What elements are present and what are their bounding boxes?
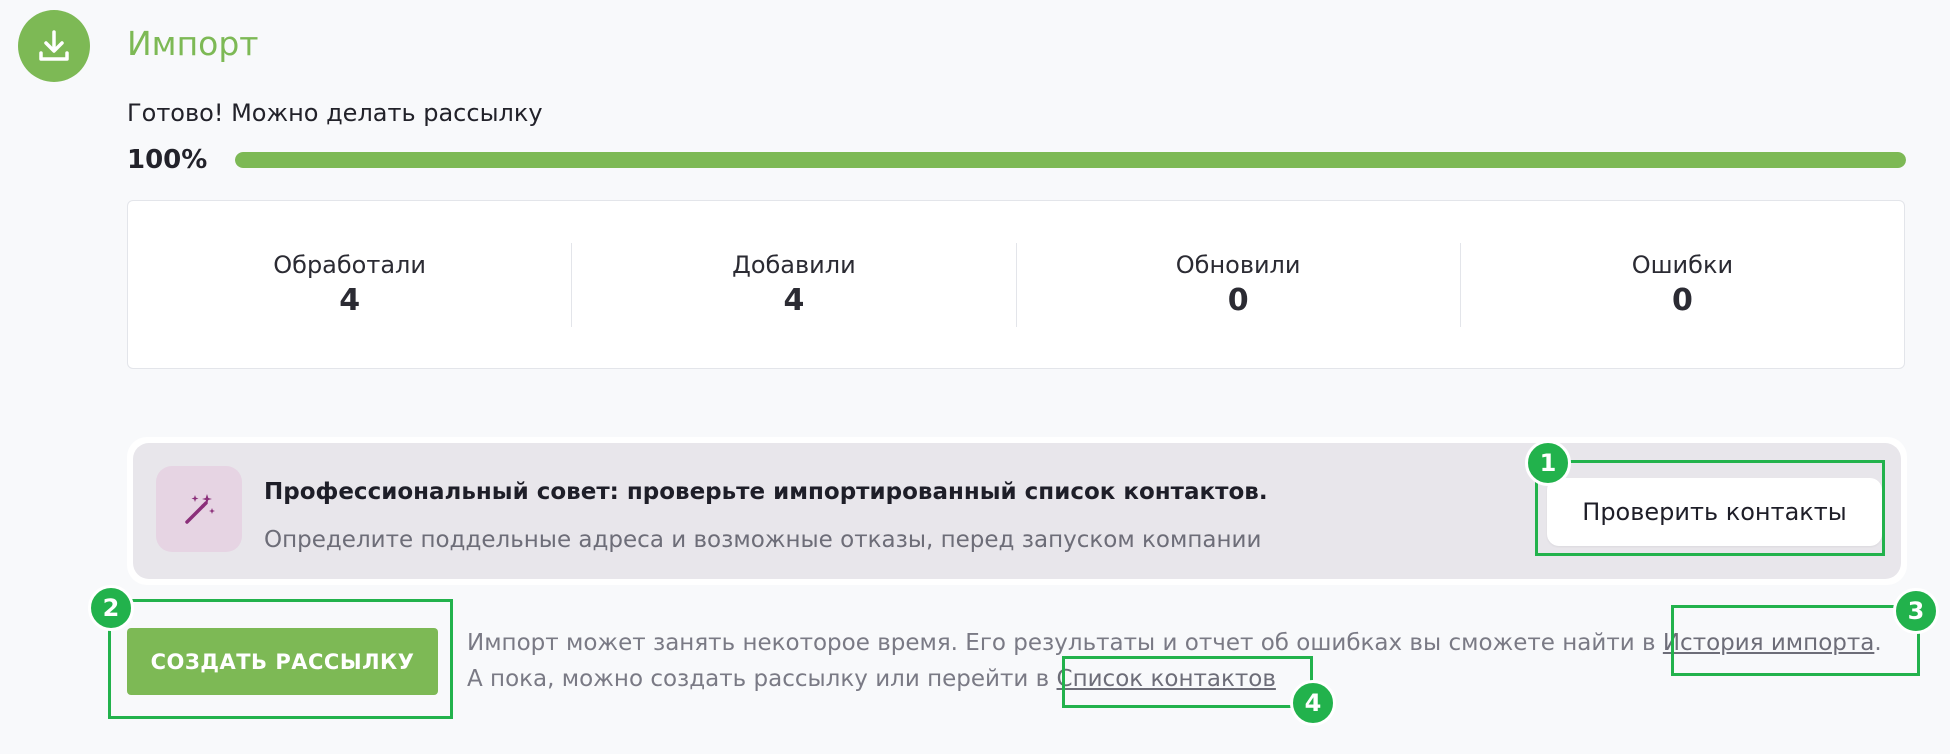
annotation-badge-2: 2 xyxy=(88,585,134,631)
stat-value: 0 xyxy=(1227,283,1249,318)
stat-label: Добавили xyxy=(732,251,856,279)
stat-value: 4 xyxy=(783,283,805,318)
info-text: Импорт может занять некоторое время. Его… xyxy=(467,630,1663,656)
tip-title: Профессиональный совет: проверьте импорт… xyxy=(264,479,1268,505)
import-icon-circle xyxy=(18,10,90,82)
stat-errors: Ошибки 0 xyxy=(1461,243,1904,327)
import-stats-card: Обработали 4 Добавили 4 Обновили 0 Ошибк… xyxy=(127,200,1905,369)
stat-added: Добавили 4 xyxy=(572,242,1017,327)
contact-list-link[interactable]: Список контактов xyxy=(1057,666,1276,692)
info-text-line2: А пока, можно создать рассылку или перей… xyxy=(467,666,1276,692)
pro-tip-body: Профессиональный совет: проверьте импорт… xyxy=(133,443,1901,579)
download-icon xyxy=(39,30,69,61)
page-title: Импорт xyxy=(127,24,259,63)
stat-label: Ошибки xyxy=(1631,251,1734,279)
pro-tip-banner: Профессиональный совет: проверьте импорт… xyxy=(127,437,1907,585)
annotation-badge-3: 3 xyxy=(1893,588,1939,634)
stat-value: 4 xyxy=(339,283,361,318)
info-text-line1: Импорт может занять некоторое время. Его… xyxy=(467,630,1882,656)
status-message: Готово! Можно делать рассылку xyxy=(127,99,543,127)
magic-wand-icon xyxy=(185,494,215,524)
create-campaign-button[interactable]: СОЗДАТЬ РАССЫЛКУ xyxy=(127,628,438,695)
tip-icon-box xyxy=(156,466,242,552)
stat-label: Обработали xyxy=(273,251,426,279)
stat-value: 0 xyxy=(1671,283,1693,318)
info-text-end: . xyxy=(1874,630,1882,656)
progress-percent: 100% xyxy=(127,145,208,175)
progress-bar-fill xyxy=(235,152,1906,168)
tip-description: Определите поддельные адреса и возможные… xyxy=(264,527,1262,553)
progress-bar xyxy=(235,152,1906,168)
check-contacts-button[interactable]: Проверить контакты xyxy=(1547,478,1882,546)
import-history-link[interactable]: История импорта xyxy=(1663,630,1875,656)
stat-processed: Обработали 4 xyxy=(128,242,573,327)
annotation-badge-1: 1 xyxy=(1525,440,1571,486)
stat-updated: Обновили 0 xyxy=(1017,242,1461,327)
stat-label: Обновили xyxy=(1175,251,1301,279)
annotation-badge-4: 4 xyxy=(1290,680,1336,726)
info-text: А пока, можно создать рассылку или перей… xyxy=(467,666,1057,692)
